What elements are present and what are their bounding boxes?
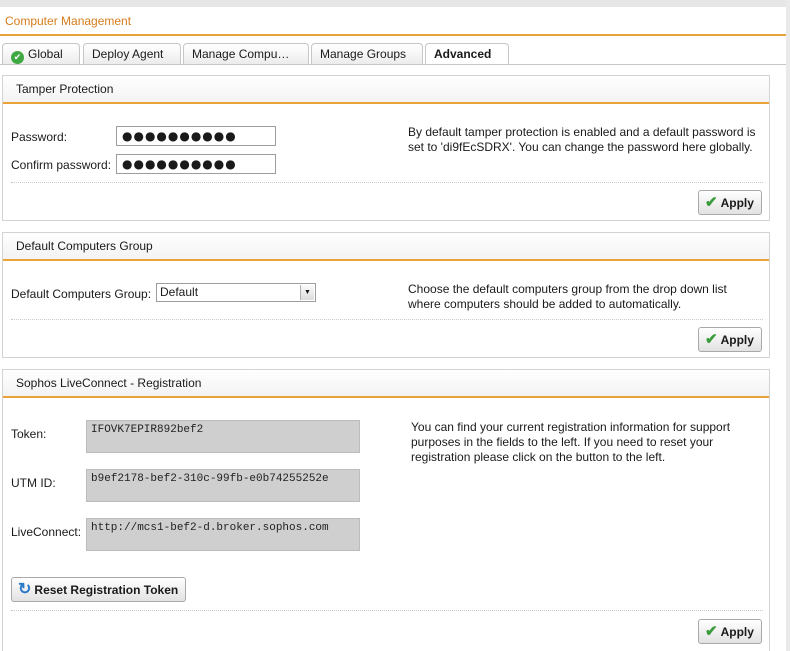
- tab-manage-computers[interactable]: Manage Compu…: [183, 43, 309, 64]
- tamper-help-text: By default tamper protection is enabled …: [408, 125, 756, 154]
- confirm-password-label: Confirm password:: [11, 158, 112, 172]
- tab-label: Global: [28, 47, 63, 61]
- divider: [11, 610, 763, 611]
- selected-value: Default: [160, 285, 199, 299]
- liveconnect-help-text: You can find your current registration i…: [411, 420, 731, 464]
- apply-label: Apply: [720, 625, 754, 639]
- default-computers-group-panel: Default Computers Group Default Computer…: [2, 232, 770, 358]
- ok-check-icon: ✔: [11, 51, 24, 64]
- apply-button[interactable]: ✔ Apply: [698, 190, 762, 215]
- apply-button[interactable]: ✔ Apply: [698, 619, 762, 644]
- panel-title: Tamper Protection: [3, 76, 769, 104]
- utm-id-field[interactable]: b9ef2178-bef2-310c-99fb-e0b74255252e: [86, 469, 360, 502]
- right-scroll-strip: [786, 0, 790, 651]
- token-label: Token:: [11, 427, 47, 441]
- tab-deploy-agent[interactable]: Deploy Agent: [83, 43, 181, 64]
- dropdown-arrow-icon: ▼: [300, 285, 314, 300]
- tab-divider: [0, 64, 786, 65]
- tab-label: Manage Compu…: [192, 47, 290, 61]
- liveconnect-registration-panel: Sophos LiveConnect - Registration Token:…: [2, 369, 770, 651]
- default-group-help-text: Choose the default computers group from …: [408, 282, 727, 311]
- tab-label: Manage Groups: [320, 47, 407, 61]
- check-icon: ✔: [705, 194, 718, 211]
- tamper-protection-panel: Tamper Protection Password: ●●●●●●●●●● C…: [2, 75, 770, 221]
- reset-registration-token-button[interactable]: ↻ Reset Registration Token: [11, 577, 186, 602]
- tab-manage-groups[interactable]: Manage Groups: [311, 43, 423, 64]
- confirm-password-field[interactable]: ●●●●●●●●●●: [116, 154, 276, 174]
- apply-label: Apply: [720, 333, 754, 347]
- check-icon: ✔: [705, 623, 718, 640]
- window-title-bar: Computer Management: [0, 8, 786, 36]
- default-group-select[interactable]: Default ▼: [156, 283, 316, 302]
- default-group-label: Default Computers Group:: [11, 287, 152, 301]
- panel-title: Default Computers Group: [3, 233, 769, 261]
- reset-label: Reset Registration Token: [34, 583, 179, 597]
- tab-advanced[interactable]: Advanced: [425, 43, 509, 65]
- divider: [11, 319, 763, 320]
- utm-id-label: UTM ID:: [11, 476, 56, 490]
- divider: [11, 182, 763, 183]
- liveconnect-label: LiveConnect:: [11, 525, 82, 539]
- check-icon: ✔: [705, 331, 718, 348]
- tab-label: Deploy Agent: [92, 47, 164, 61]
- refresh-icon: ↻: [18, 581, 32, 598]
- tab-global[interactable]: ✔ Global: [2, 43, 80, 64]
- window-title: Computer Management: [5, 14, 132, 28]
- tab-label: Advanced: [434, 47, 492, 61]
- password-label: Password:: [11, 130, 68, 144]
- token-field[interactable]: IFOVK7EPIR892bef2: [86, 420, 360, 453]
- apply-label: Apply: [720, 196, 754, 210]
- top-strip: [0, 0, 790, 7]
- apply-button[interactable]: ✔ Apply: [698, 327, 762, 352]
- liveconnect-field[interactable]: http://mcs1-bef2-d.broker.sophos.com: [86, 518, 360, 551]
- panel-title: Sophos LiveConnect - Registration: [3, 370, 769, 398]
- password-field[interactable]: ●●●●●●●●●●: [116, 126, 276, 146]
